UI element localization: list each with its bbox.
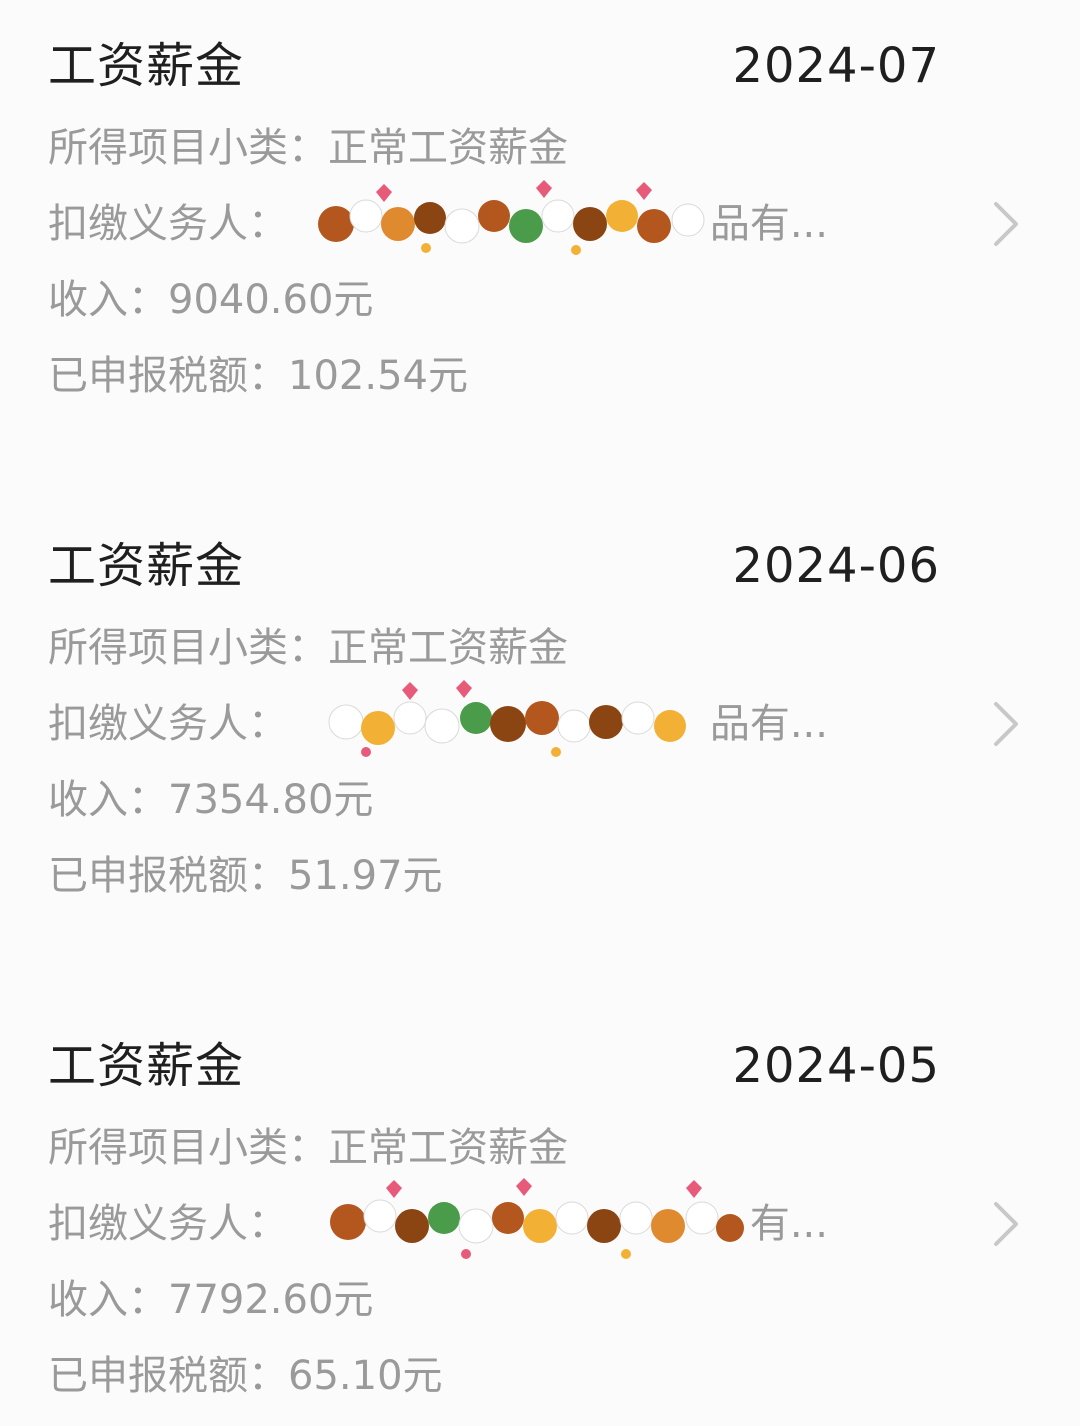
record-title: 工资薪金: [48, 38, 245, 94]
withholder-value-visible: 品有...: [709, 201, 828, 247]
withholder-label: 扣缴义务人：: [48, 1201, 288, 1247]
tax-label: 已申报税额：: [48, 1353, 288, 1399]
withholder-label: 扣缴义务人：: [48, 701, 288, 747]
sticker-redaction: [328, 680, 686, 757]
category-label: 所得项目小类：: [48, 1125, 328, 1171]
category-row: 所得项目小类：正常工资薪金: [48, 624, 568, 672]
record-period: 2024-06: [732, 538, 940, 594]
chevron-right-icon[interactable]: [988, 696, 1024, 752]
withholder-row: 扣缴义务人： 有...: [48, 1178, 848, 1259]
category-label: 所得项目小类：: [48, 125, 328, 171]
tax-value: 65.10元: [288, 1353, 443, 1399]
category-row: 所得项目小类：正常工资薪金: [48, 1124, 568, 1172]
category-row: 所得项目小类：正常工资薪金: [48, 124, 568, 172]
chevron-right-icon[interactable]: [988, 196, 1024, 252]
withholder-row: 扣缴义务人： 品有...: [48, 180, 848, 255]
tax-value: 102.54元: [288, 353, 468, 399]
income-row: 收入：7354.80元: [48, 776, 373, 824]
income-label: 收入：: [48, 777, 168, 823]
tax-row: 已申报税额：65.10元: [48, 1352, 443, 1400]
withholder-value-visible: 品有...: [709, 701, 828, 747]
record-title: 工资薪金: [48, 538, 245, 594]
income-record-2024-07[interactable]: 工资薪金 2024-07 所得项目小类：正常工资薪金 扣缴义务人： 品有...: [0, 0, 1080, 420]
withholder-value: 品有...: [288, 180, 828, 255]
income-value: 7792.60元: [168, 1277, 374, 1323]
withholder-row: 扣缴义务人： 品有...: [48, 680, 848, 757]
withholder-label: 扣缴义务人：: [48, 201, 288, 247]
record-period: 2024-07: [732, 38, 940, 94]
income-value: 7354.80元: [168, 777, 374, 823]
income-label: 收入：: [48, 1277, 168, 1323]
record-title: 工资薪金: [48, 1038, 245, 1094]
chevron-right-icon[interactable]: [988, 1196, 1024, 1252]
sticker-redaction: [318, 180, 705, 255]
income-value: 9040.60元: [168, 277, 374, 323]
tax-row: 已申报税额：102.54元: [48, 352, 468, 400]
category-value: 正常工资薪金: [328, 1125, 568, 1171]
category-value: 正常工资薪金: [328, 625, 568, 671]
tax-value: 51.97元: [288, 853, 443, 899]
sticker-redaction: [330, 1178, 744, 1259]
record-period: 2024-05: [732, 1038, 940, 1094]
income-row: 收入：7792.60元: [48, 1276, 373, 1324]
tax-row: 已申报税额：51.97元: [48, 852, 443, 900]
income-row: 收入：9040.60元: [48, 276, 373, 324]
category-value: 正常工资薪金: [328, 125, 568, 171]
withholder-value: 有...: [288, 1178, 828, 1259]
category-label: 所得项目小类：: [48, 625, 328, 671]
income-label: 收入：: [48, 277, 168, 323]
income-record-2024-06[interactable]: 工资薪金 2024-06 所得项目小类：正常工资薪金 扣缴义务人： 品有...: [0, 500, 1080, 920]
tax-label: 已申报税额：: [48, 353, 288, 399]
withholder-value: 品有...: [288, 680, 828, 757]
tax-label: 已申报税额：: [48, 853, 288, 899]
income-record-2024-05[interactable]: 工资薪金 2024-05 所得项目小类：正常工资薪金 扣缴义务人： 有... 收…: [0, 1000, 1080, 1420]
